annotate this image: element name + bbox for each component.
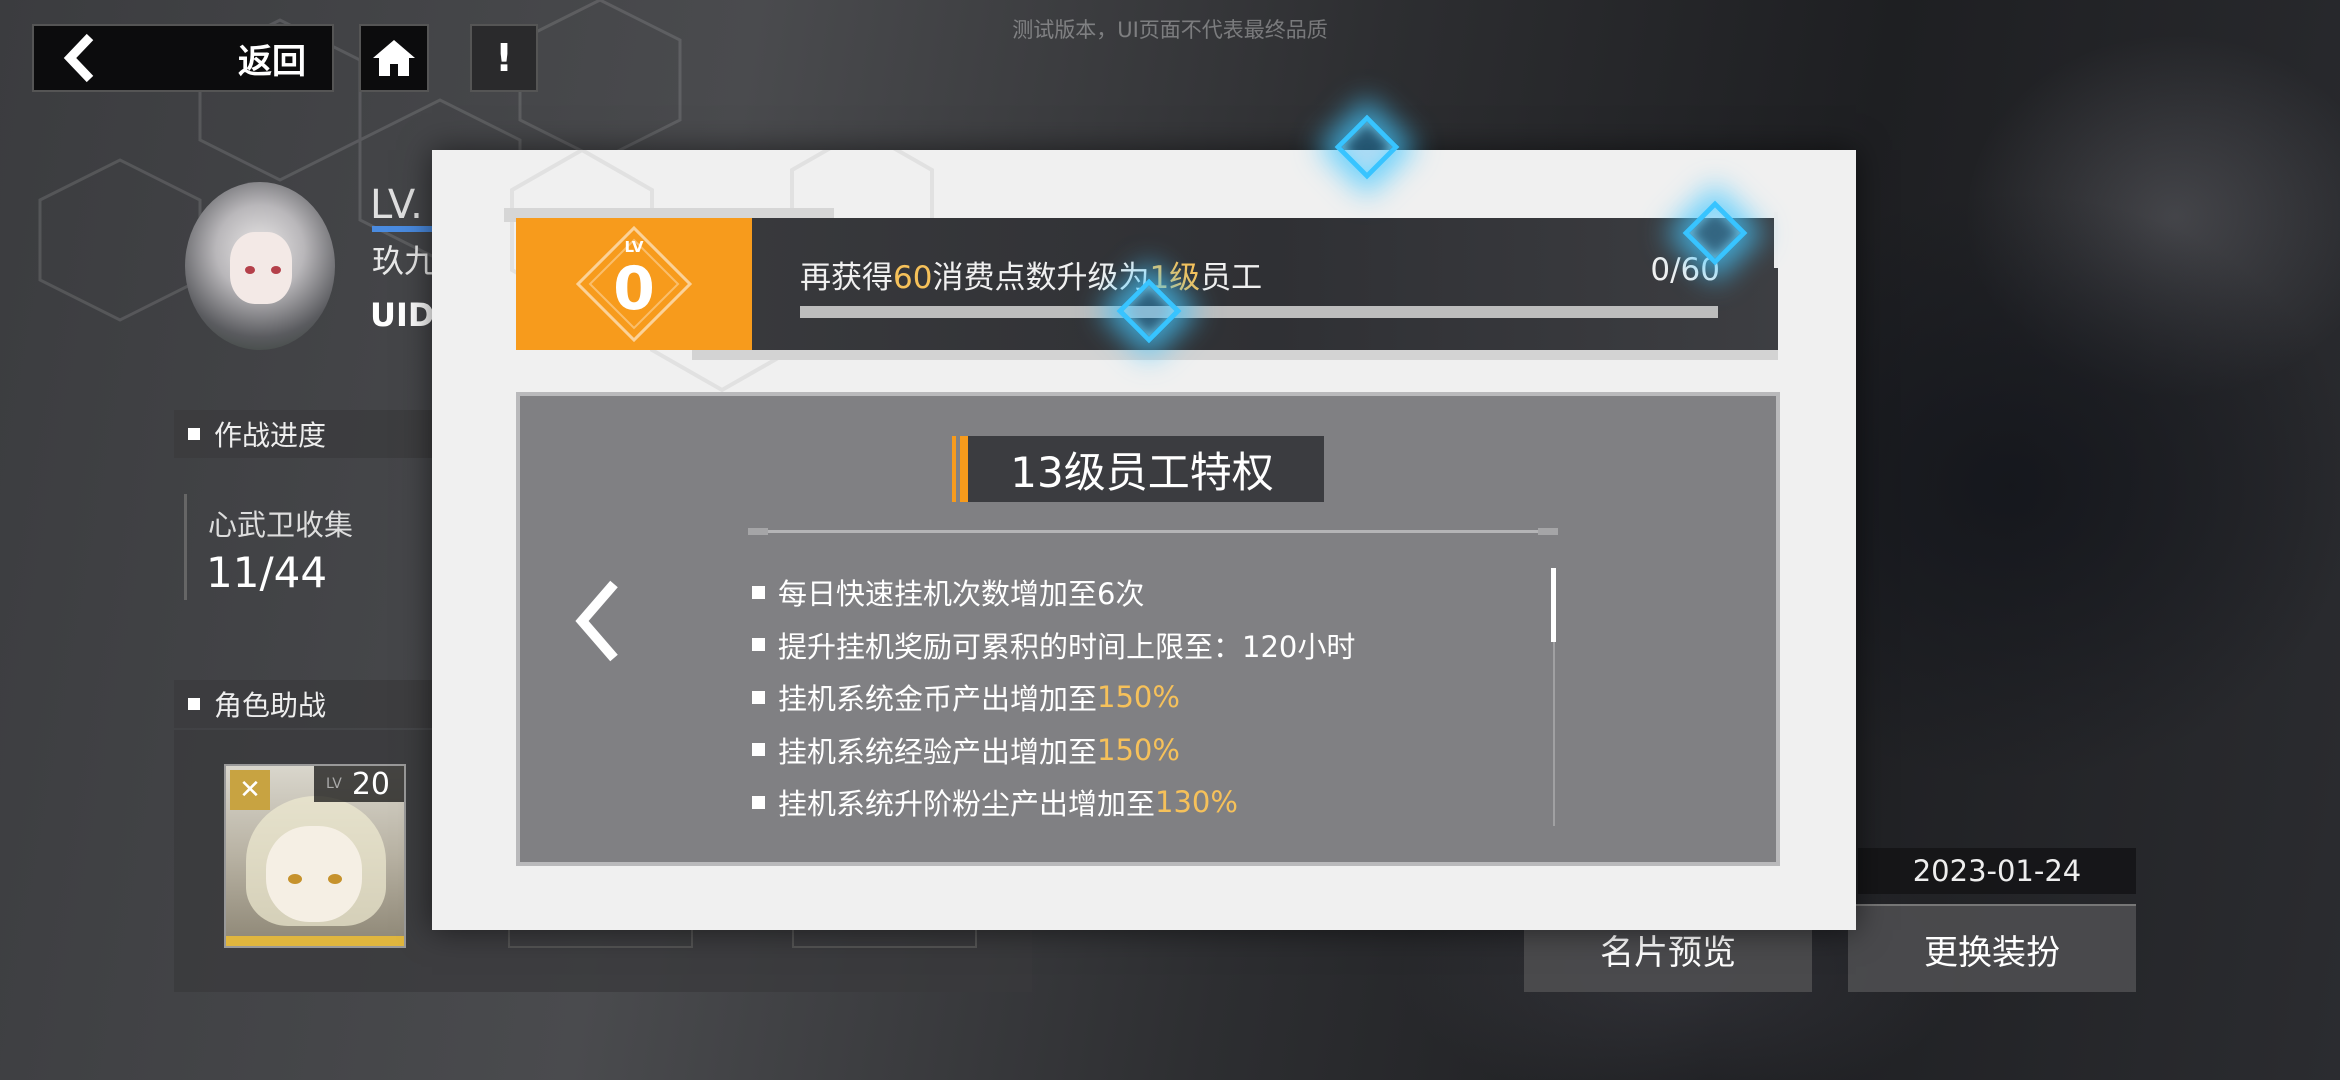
privilege-value: 130%	[1155, 785, 1238, 820]
player-exp-bar	[372, 226, 432, 232]
privilege-panel: 13级员工特权 每日快速挂机次数增加至6次 提升挂机奖励可累积的时间上限至：12…	[516, 392, 1780, 866]
section-support: 角色助战	[174, 680, 434, 728]
player-name: 玖九	[372, 242, 437, 280]
home-icon	[373, 40, 415, 76]
list-item: 提升挂机奖励可累积的时间上限至：120小时	[752, 619, 1355, 672]
msg-text: 消费点数升级为	[932, 260, 1150, 296]
support-character-card[interactable]: ✕ LV 20	[224, 764, 406, 948]
msg-text: 再获得	[800, 260, 893, 296]
rarity-bar	[226, 936, 404, 946]
list-item: 挂机系统金币产出增加至 150%	[752, 671, 1355, 724]
divider	[184, 494, 187, 600]
alert-button[interactable]: !	[470, 24, 538, 92]
watermark-text: 测试版本，UI页面不代表最终品质	[1012, 18, 1328, 42]
privilege-title-text: 13级员工特权	[1010, 447, 1274, 497]
staff-level-value: 0	[613, 254, 655, 324]
bullet-icon	[752, 638, 765, 652]
change-outfit-button[interactable]: 更换装扮	[1848, 904, 2136, 992]
progress-bar	[800, 306, 1718, 318]
chevron-left-icon[interactable]	[568, 576, 628, 666]
staff-level-badge: LV 0	[516, 218, 752, 350]
bullet-icon	[188, 428, 200, 440]
alert-icon: !	[495, 36, 513, 80]
character-eye	[288, 874, 302, 884]
avatar-face	[230, 232, 292, 304]
date-label: 2023-01-24	[1858, 848, 2136, 894]
title-accent	[952, 436, 956, 502]
strip-underline	[692, 350, 1778, 360]
privilege-text: 挂机系统经验产出增加至	[778, 734, 1098, 769]
collection-label: 心武卫收集	[208, 508, 354, 542]
staff-privilege-modal: LV 0 再获得60消费点数升级为1级员工 0/60 13级员工特权 每日快速挂…	[432, 150, 1856, 930]
title-accent	[960, 436, 968, 502]
strip-edge	[1774, 212, 1778, 268]
back-label: 返回	[238, 41, 306, 82]
section-combat-progress: 作战进度	[174, 410, 434, 458]
privilege-text: 提升挂机奖励可累积的时间上限至：120小时	[778, 629, 1356, 664]
character-eye	[328, 874, 342, 884]
divider	[748, 528, 1558, 535]
bullet-icon	[752, 585, 765, 599]
bullet-icon	[752, 690, 765, 704]
section-title: 作战进度	[214, 419, 327, 452]
collection-value: 11/44	[206, 548, 328, 597]
bullet-icon	[188, 698, 200, 710]
section-title: 角色助战	[214, 689, 327, 722]
player-avatar[interactable]	[185, 182, 335, 350]
character-face	[266, 826, 362, 922]
bullet-icon	[752, 795, 765, 809]
back-button[interactable]: 返回	[32, 24, 334, 92]
msg-points: 60	[893, 260, 933, 296]
scrollbar-thumb[interactable]	[1551, 568, 1556, 642]
privilege-text: 挂机系统升阶粉尘产出增加至	[778, 787, 1156, 822]
list-item: 挂机系统经验产出增加至 150%	[752, 724, 1355, 777]
privilege-text: 每日快速挂机次数增加至6次	[778, 577, 1145, 612]
privilege-value: 150%	[1097, 732, 1180, 767]
privilege-list: 每日快速挂机次数增加至6次 提升挂机奖励可累积的时间上限至：120小时 挂机系统…	[752, 566, 1355, 829]
support-level-box: LV 20	[314, 766, 404, 802]
home-button[interactable]	[359, 24, 429, 92]
avatar-eye	[245, 266, 255, 274]
privilege-text: 挂机系统金币产出增加至	[778, 682, 1098, 717]
player-level: LV.	[370, 182, 423, 228]
element-badge-icon: ✕	[230, 770, 270, 810]
upgrade-message: 再获得60消费点数升级为1级员工	[800, 252, 1262, 297]
privilege-value: 150%	[1097, 680, 1180, 715]
chevron-left-icon	[63, 33, 94, 83]
bullet-icon	[752, 743, 765, 757]
support-level-prefix: LV	[325, 776, 342, 792]
player-uid: UID	[370, 296, 435, 334]
privilege-title: 13级员工特权	[952, 436, 1324, 502]
list-item: 挂机系统升阶粉尘产出增加至 130%	[752, 776, 1355, 829]
support-level: 20	[351, 766, 390, 802]
msg-text: 员工	[1200, 260, 1263, 296]
avatar-eye	[271, 266, 281, 274]
list-item: 每日快速挂机次数增加至6次	[752, 566, 1355, 619]
